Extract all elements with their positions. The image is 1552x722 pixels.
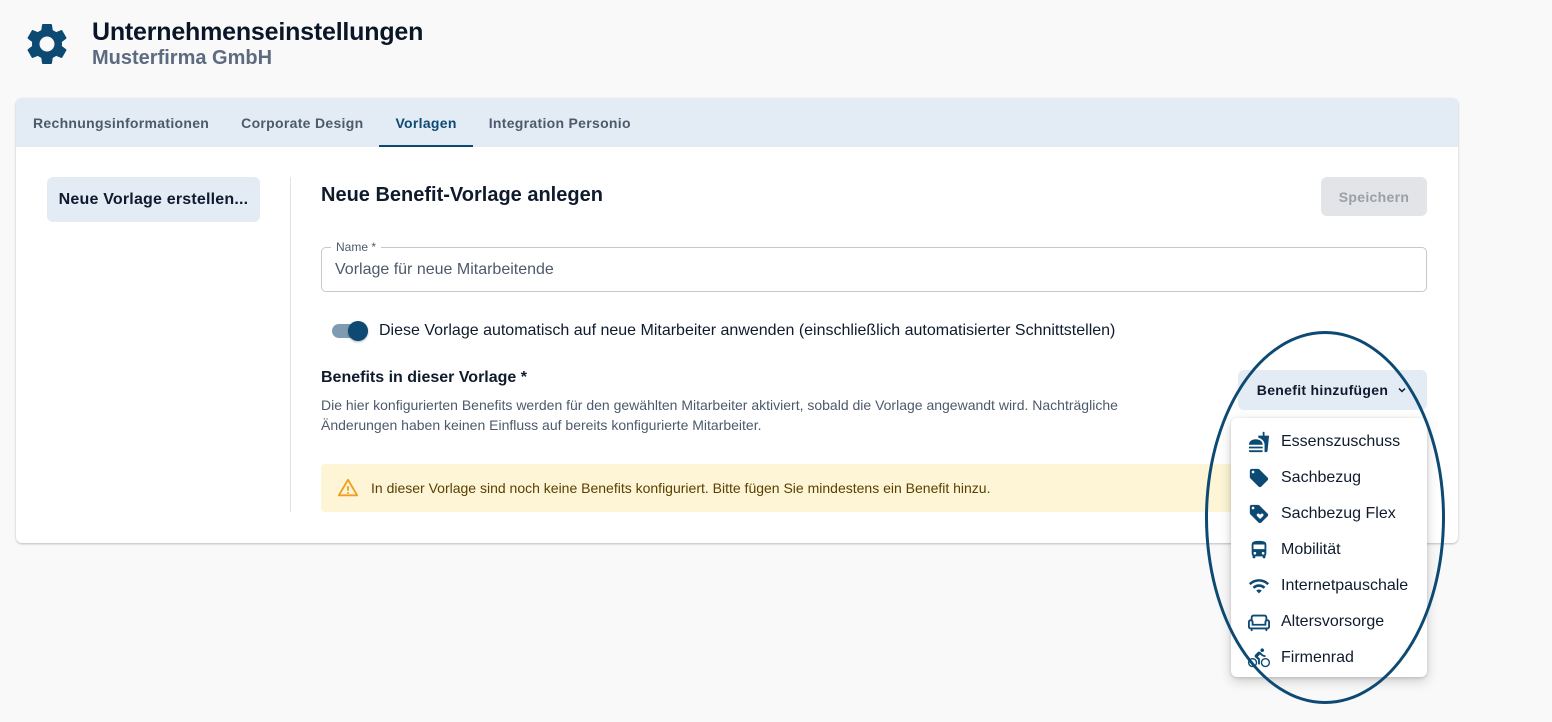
menu-item-sachbezug-flex[interactable]: Sachbezug Flex <box>1231 496 1427 532</box>
add-benefit-button[interactable]: Benefit hinzufügen <box>1238 370 1427 410</box>
divider <box>290 177 291 512</box>
tab-rechnungsinformationen[interactable]: Rechnungsinformationen <box>33 98 209 147</box>
menu-item-mobilitaet[interactable]: Mobilität <box>1231 532 1427 568</box>
auto-apply-row: Diese Vorlage automatisch auf neue Mitar… <box>332 320 1115 342</box>
name-field-value[interactable]: Vorlage für neue Mitarbeitende <box>335 261 554 279</box>
menu-item-label: Firmenrad <box>1281 649 1354 666</box>
menu-item-essenszuschuss[interactable]: Essenszuschuss <box>1231 424 1427 460</box>
gear-icon <box>22 19 72 69</box>
tab-corporate-design[interactable]: Corporate Design <box>241 98 363 147</box>
menu-item-sachbezug[interactable]: Sachbezug <box>1231 460 1427 496</box>
menu-item-label: Mobilität <box>1281 541 1341 558</box>
auto-apply-label: Diese Vorlage automatisch auf neue Mitar… <box>379 322 1116 339</box>
menu-item-internetpauschale[interactable]: Internetpauschale <box>1231 568 1427 604</box>
menu-item-altersvorsorge[interactable]: Altersvorsorge <box>1231 604 1427 640</box>
menu-item-label: Sachbezug <box>1281 469 1362 486</box>
save-button[interactable]: Speichern <box>1321 177 1427 216</box>
benefits-description: Die hier konfigurierten Benefits werden … <box>321 397 1118 433</box>
name-field-label: Name * <box>331 240 382 254</box>
warning-text: In dieser Vorlage sind noch keine Benefi… <box>371 480 991 496</box>
name-field[interactable]: Name * Vorlage für neue Mitarbeitende <box>321 240 1427 292</box>
tab-bar: Rechnungsinformationen Corporate Design … <box>16 98 1458 147</box>
new-template-button[interactable]: Neue Vorlage erstellen... <box>47 177 260 222</box>
food-icon <box>1248 431 1270 453</box>
tab-vorlagen[interactable]: Vorlagen <box>379 98 473 147</box>
tag-heart-icon <box>1248 503 1270 525</box>
menu-item-label: Altersvorsorge <box>1281 613 1385 630</box>
tag-icon <box>1248 467 1270 489</box>
page-header: Unternehmenseinstellungen Musterfirma Gm… <box>22 18 423 70</box>
company-name: Musterfirma GmbH <box>92 47 273 69</box>
warning-icon <box>337 478 359 497</box>
page-title: Unternehmenseinstellungen <box>92 18 424 46</box>
auto-apply-toggle[interactable] <box>332 320 370 342</box>
menu-item-label: Internetpauschale <box>1281 577 1409 594</box>
menu-item-label: Sachbezug Flex <box>1281 505 1396 522</box>
no-benefits-warning: In dieser Vorlage sind noch keine Benefi… <box>321 464 1251 512</box>
menu-item-label: Essenszuschuss <box>1281 433 1401 450</box>
tab-integration-personio[interactable]: Integration Personio <box>489 98 631 147</box>
benefits-title: Benefits in dieser Vorlage * <box>321 369 527 386</box>
chevron-down-icon <box>1398 387 1406 393</box>
benefit-menu: Essenszuschuss Sachbezug Sachbezug Flex … <box>1231 418 1427 677</box>
add-benefit-label: Benefit hinzufügen <box>1256 382 1389 398</box>
bus-icon <box>1248 539 1270 561</box>
form-title: Neue Benefit-Vorlage anlegen <box>321 184 603 206</box>
armchair-icon <box>1248 611 1270 633</box>
bicycle-icon <box>1248 647 1270 669</box>
wifi-icon <box>1248 575 1270 597</box>
menu-item-firmenrad[interactable]: Firmenrad <box>1231 640 1427 676</box>
